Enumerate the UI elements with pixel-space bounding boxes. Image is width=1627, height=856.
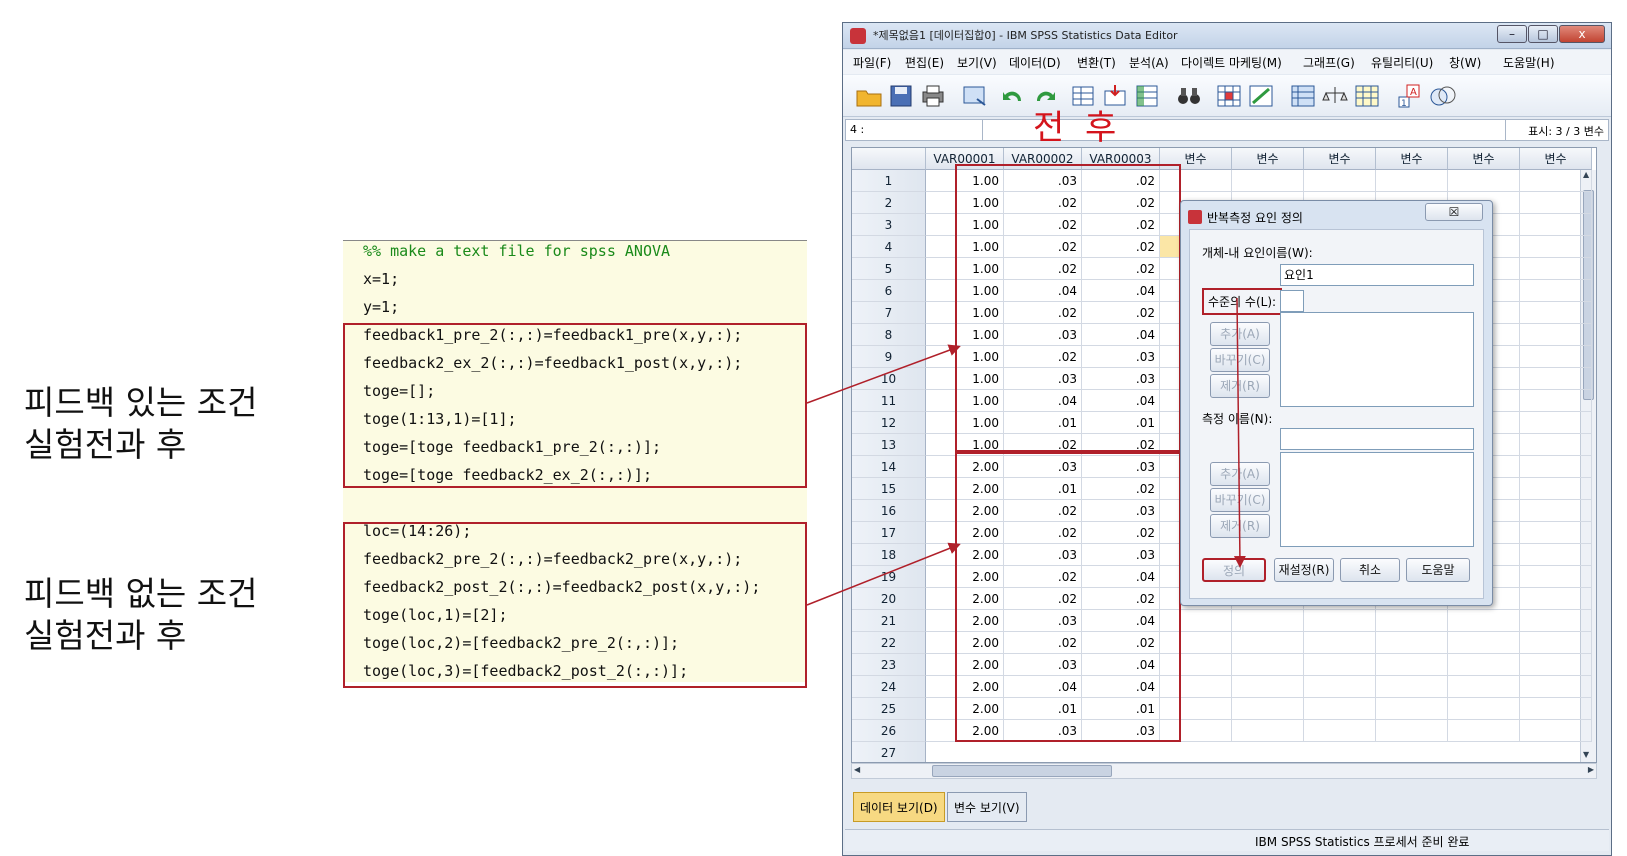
no-feedback-arrow: [806, 542, 961, 606]
annotation-arrows: [806, 297, 1246, 606]
feedback-arrow: [806, 344, 961, 404]
levels-to-define-arrow: [1233, 297, 1246, 568]
